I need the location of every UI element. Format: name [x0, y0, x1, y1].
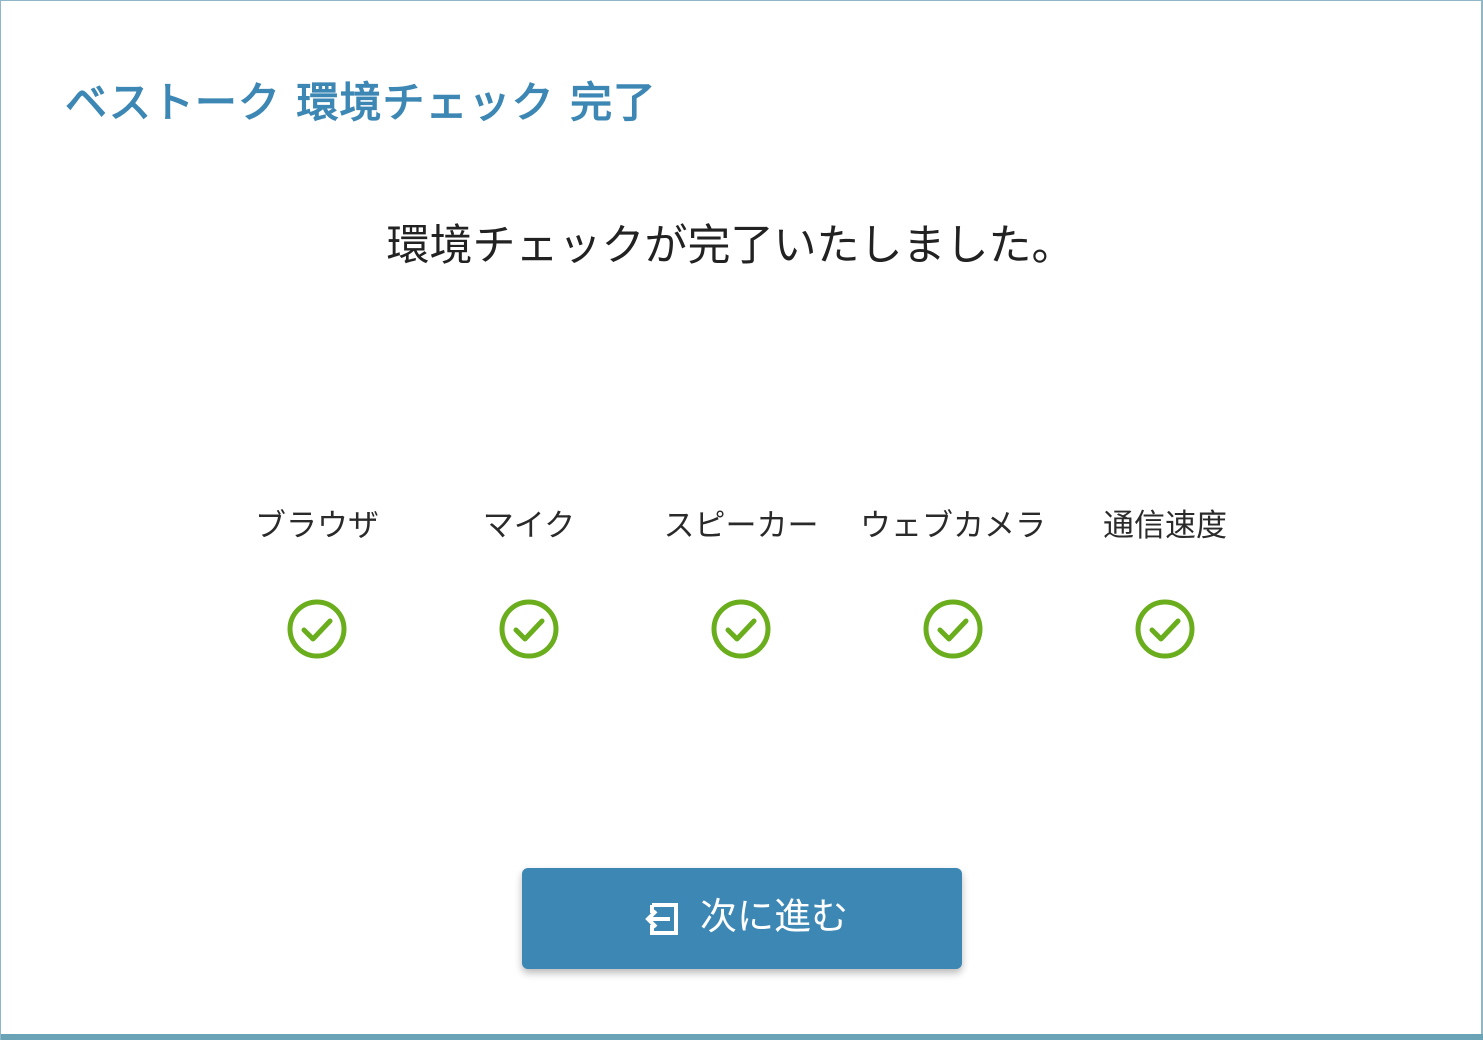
check-item-microphone: マイク: [423, 504, 635, 674]
completion-message: 環境チェックが完了いたしました。: [386, 221, 1075, 271]
login-arrow-icon: [645, 903, 678, 935]
check-circle-icon: [1135, 599, 1195, 659]
page-title: ベストーク 環境チェック 完了: [65, 78, 657, 127]
check-circle-icon: [499, 599, 559, 659]
check-item-speaker: スピーカー: [635, 504, 847, 674]
check-circle-icon: [287, 599, 347, 659]
next-button-content: 次に進む: [522, 868, 962, 969]
next-button-label: 次に進む: [700, 896, 848, 937]
check-label: ウェブカメラ: [860, 508, 1046, 544]
check-label: 通信速度: [1103, 508, 1227, 544]
check-item-network-speed: 通信速度: [1059, 504, 1271, 674]
check-results: ブラウザ マイク スピーカー ウェブカメラ 通信速度: [211, 504, 1271, 674]
next-button[interactable]: 次に進む: [522, 868, 962, 969]
check-label: スピーカー: [663, 508, 819, 544]
window-frame: ベストーク 環境チェック 完了 環境チェックが完了いたしました。 ブラウザ マイ…: [0, 0, 1483, 1040]
check-item-browser: ブラウザ: [211, 504, 423, 674]
check-circle-icon: [923, 599, 983, 659]
check-label: マイク: [482, 508, 576, 544]
bottom-border: [1, 1034, 1483, 1040]
check-item-webcam: ウェブカメラ: [847, 504, 1059, 674]
check-label: ブラウザ: [255, 508, 379, 544]
check-circle-icon: [711, 599, 771, 659]
